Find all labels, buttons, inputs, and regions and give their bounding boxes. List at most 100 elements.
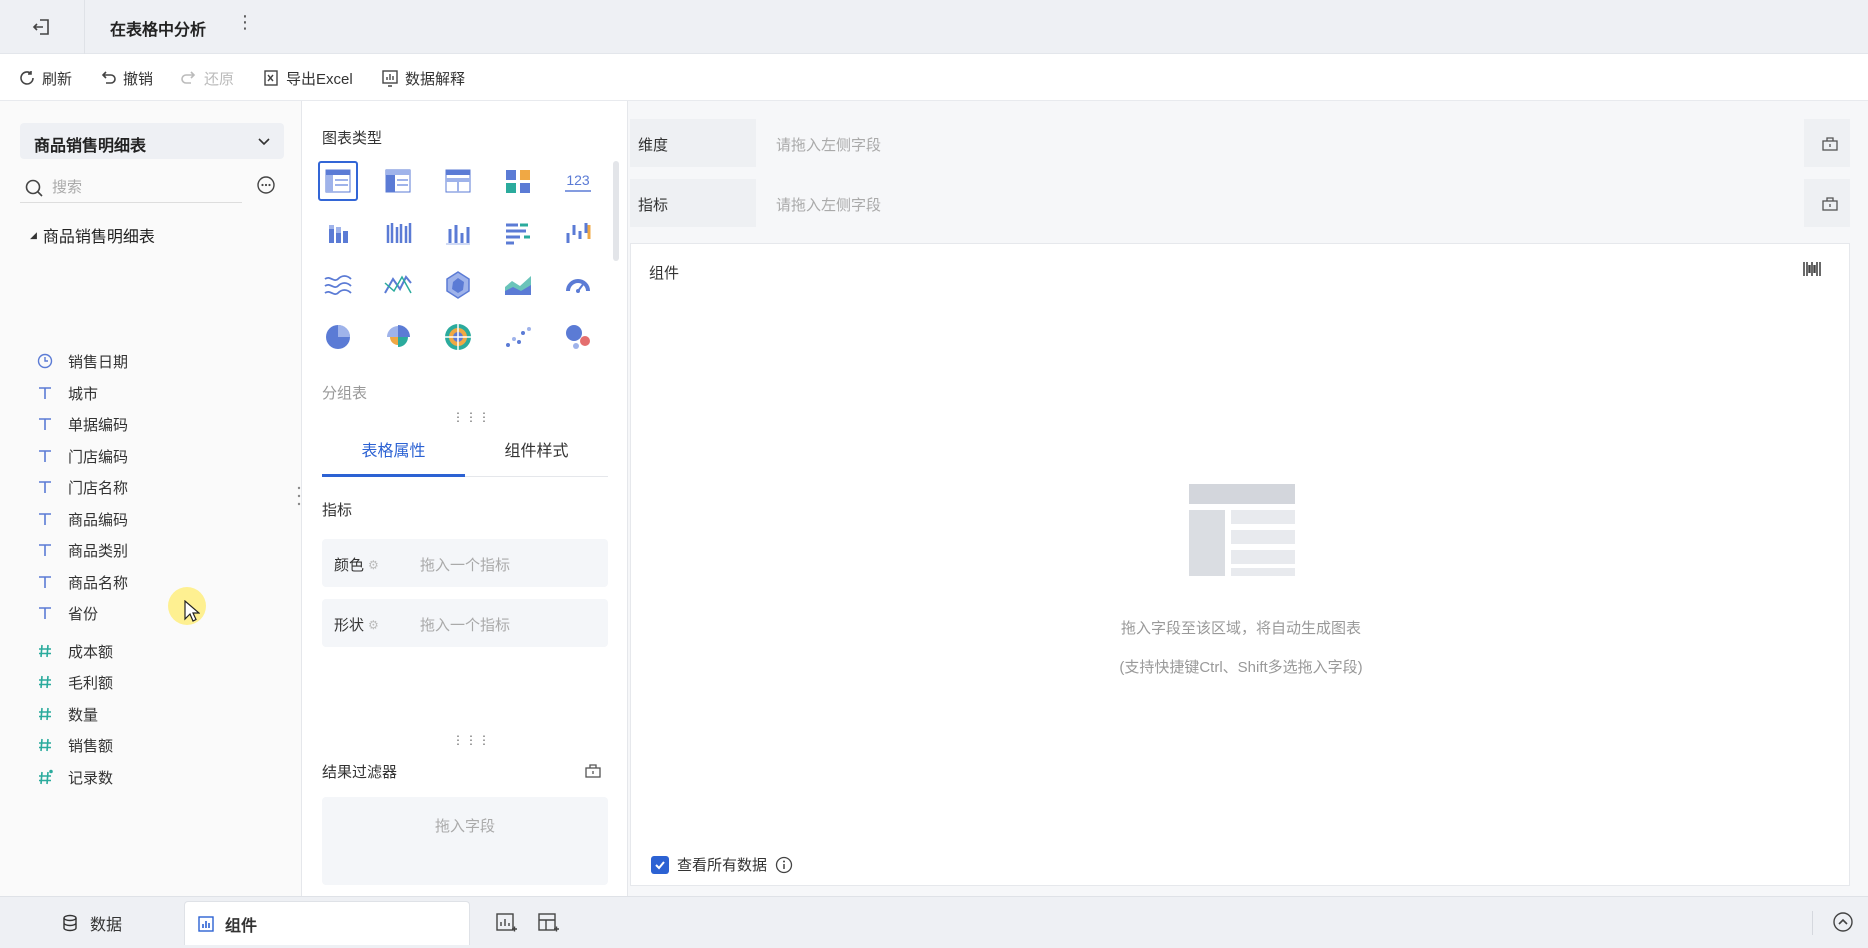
text-type-icon: [36, 604, 54, 622]
data-explain-button[interactable]: 数据解释: [381, 66, 465, 90]
stream-icon[interactable]: [318, 265, 358, 305]
field-item[interactable]: 商品编码: [36, 507, 128, 531]
barcode-icon[interactable]: [1801, 258, 1823, 280]
empty-hint: 拖入字段至该区域，将自动生成图表: [1120, 620, 1361, 637]
number-123-icon[interactable]: 123: [558, 161, 598, 201]
number-text: 123: [566, 172, 590, 188]
gear-icon[interactable]: ⚙: [368, 558, 379, 572]
dimension-dropzone[interactable]: 请拖入左侧字段: [756, 119, 1804, 167]
result-filter-title: 结果过滤器: [322, 764, 398, 781]
field-label: 单据编码: [68, 416, 129, 434]
drag-handle-icon[interactable]: ⋮⋮⋮: [452, 734, 490, 747]
dimension-placeholder: 请拖入左侧字段: [776, 137, 882, 154]
field-item[interactable]: 商品名称: [36, 570, 128, 594]
bar-icon[interactable]: [498, 213, 538, 253]
info-icon[interactable]: [775, 856, 793, 874]
tab-component[interactable]: 组件: [184, 901, 470, 945]
cross-table-icon[interactable]: [438, 161, 478, 201]
text-type-icon: [36, 478, 54, 496]
add-chart-icon[interactable]: [494, 911, 518, 935]
kpi-card-icon[interactable]: [498, 161, 538, 201]
divider: [1812, 911, 1813, 935]
tree-root[interactable]: ◢ 商品销售明细表: [30, 223, 155, 247]
search-input[interactable]: [52, 175, 232, 199]
tab-component-label: 组件: [225, 917, 258, 935]
waterfall-icon[interactable]: [558, 213, 598, 253]
caret-down-icon: ◢: [30, 229, 37, 240]
field-item[interactable]: 成本额: [36, 639, 113, 663]
chart-canvas[interactable]: 组件 拖入字段至该区域，将自动生成图表 (支持快捷键Ctrl、Shift多选拖入…: [630, 243, 1850, 886]
data-explain-label: 数据解释: [405, 70, 466, 88]
dataset-select[interactable]: 商品销售明细表: [20, 123, 284, 159]
toolbar: 刷新 撤销 还原 导出Excel 数据解释: [0, 54, 1868, 101]
pie-icon[interactable]: [318, 317, 358, 357]
field-item[interactable]: 商品类别: [36, 538, 128, 562]
undo-button[interactable]: 撤销: [99, 66, 153, 90]
config-panel: 图表类型 123 分组表 ⋮⋮⋮ 表格属性 组件样式 指标 颜色 ⚙ 拖入一个指标…: [302, 101, 628, 896]
field-item[interactable]: 省份: [36, 601, 98, 625]
view-all-checkbox[interactable]: [651, 855, 669, 874]
column-icon[interactable]: [438, 213, 478, 253]
undo-icon: [101, 71, 116, 84]
refresh-button[interactable]: 刷新: [18, 66, 72, 90]
detail-table-icon[interactable]: [378, 161, 418, 201]
color-slot[interactable]: 颜色 ⚙ 拖入一个指标: [322, 539, 608, 587]
gear-icon[interactable]: ⚙: [368, 618, 379, 632]
property-tabs: 表格属性 组件样式: [322, 429, 608, 477]
tab-data[interactable]: 数据: [48, 901, 134, 945]
redo-icon: [181, 71, 196, 84]
exit-icon[interactable]: [28, 13, 56, 41]
field-item[interactable]: 销售额: [36, 733, 113, 757]
field-item[interactable]: 毛利额: [36, 670, 113, 694]
tab-table-properties[interactable]: 表格属性: [322, 429, 465, 477]
scrollbar[interactable]: [613, 161, 619, 261]
search-icon: [25, 179, 43, 197]
field-item[interactable]: 门店编码: [36, 444, 128, 468]
field-item[interactable]: 数量: [36, 702, 98, 726]
excel-icon: [264, 70, 278, 86]
radar-icon[interactable]: [438, 265, 478, 305]
shape-slot[interactable]: 形状 ⚙ 拖入一个指标: [322, 599, 608, 647]
field-item[interactable]: 城市: [36, 381, 98, 405]
text-type-icon: [36, 510, 54, 528]
empty-hint-shortcut: (支持快捷键Ctrl、Shift多选拖入字段): [1119, 659, 1363, 676]
lock-icon[interactable]: [1820, 133, 1840, 153]
field-panel: 商品销售明细表 ◢ 商品销售明细表 销售日期城市单据编码门店编码门店名称商品编码…: [0, 101, 302, 896]
field-item[interactable]: 记录数: [36, 765, 113, 789]
lock-icon[interactable]: [1820, 193, 1840, 213]
add-dashboard-icon[interactable]: [536, 911, 560, 935]
field-item[interactable]: 门店名称: [36, 475, 128, 499]
stacked-column-icon[interactable]: [318, 213, 358, 253]
group-table-icon[interactable]: [318, 161, 358, 201]
clock-icon: [36, 352, 54, 370]
more-vertical-icon[interactable]: ⋮: [236, 12, 254, 33]
number-type-icon: [36, 736, 54, 754]
multi-column-icon[interactable]: [378, 213, 418, 253]
redo-label: 还原: [204, 70, 235, 88]
redo-button[interactable]: 还原: [180, 66, 234, 90]
sunburst-icon[interactable]: [438, 317, 478, 357]
field-item[interactable]: 销售日期: [36, 349, 128, 373]
export-excel-button[interactable]: 导出Excel: [262, 66, 353, 90]
metric-dropzone[interactable]: 请拖入左侧字段: [756, 179, 1804, 227]
text-type-icon: [36, 573, 54, 591]
mouse-cursor-icon: [184, 600, 200, 622]
rose-icon[interactable]: [378, 317, 418, 357]
field-item[interactable]: 单据编码: [36, 412, 128, 436]
search-box: [20, 171, 242, 203]
scatter-icon[interactable]: [498, 317, 538, 357]
text-type-icon: [36, 447, 54, 465]
chevron-up-circle-icon[interactable]: [1832, 911, 1854, 933]
tree-root-label: 商品销售明细表: [42, 229, 155, 246]
gauge-icon[interactable]: [558, 265, 598, 305]
bubble-icon[interactable]: [558, 317, 598, 357]
line-icon[interactable]: [378, 265, 418, 305]
divider: [84, 0, 85, 54]
lock-filter-icon[interactable]: [584, 761, 602, 779]
result-filter-dropzone[interactable]: 拖入字段: [322, 797, 608, 885]
tab-component-style[interactable]: 组件样式: [465, 429, 608, 477]
drag-handle-icon[interactable]: ⋮⋮⋮: [452, 411, 490, 424]
view-all-data[interactable]: 查看所有数据: [651, 854, 793, 875]
more-options-icon[interactable]: [256, 175, 276, 195]
area-icon[interactable]: [498, 265, 538, 305]
